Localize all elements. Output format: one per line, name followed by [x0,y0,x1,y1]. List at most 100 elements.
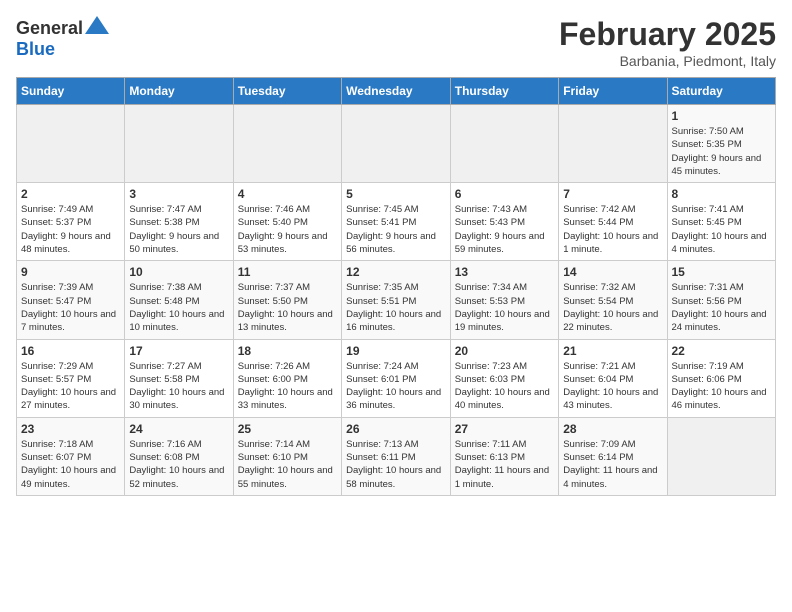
day-number: 13 [455,265,554,279]
day-info: Sunrise: 7:39 AM Sunset: 5:47 PM Dayligh… [21,281,120,334]
calendar-week-row: 9 Sunrise: 7:39 AM Sunset: 5:47 PM Daylig… [17,261,776,339]
day-info: Sunrise: 7:26 AM Sunset: 6:00 PM Dayligh… [238,360,337,413]
calendar-cell: 5 Sunrise: 7:45 AM Sunset: 5:41 PM Daylig… [342,183,451,261]
weekday-header-saturday: Saturday [667,78,776,105]
day-number: 25 [238,422,337,436]
calendar-cell: 24 Sunrise: 7:16 AM Sunset: 6:08 PM Dayli… [125,417,233,495]
calendar-cell [450,105,558,183]
day-number: 16 [21,344,120,358]
calendar-cell: 22 Sunrise: 7:19 AM Sunset: 6:06 PM Dayli… [667,339,776,417]
weekday-header-tuesday: Tuesday [233,78,341,105]
day-info: Sunrise: 7:49 AM Sunset: 5:37 PM Dayligh… [21,203,120,256]
logo-blue: Blue [16,39,55,59]
location-subtitle: Barbania, Piedmont, Italy [559,53,776,69]
calendar-cell: 16Sunrise: 7:29 AM Sunset: 5:57 PM Dayli… [17,339,125,417]
calendar-cell: 2 Sunrise: 7:49 AM Sunset: 5:37 PM Daylig… [17,183,125,261]
day-info: Sunrise: 7:11 AM Sunset: 6:13 PM Dayligh… [455,438,554,491]
calendar-cell: 7 Sunrise: 7:42 AM Sunset: 5:44 PM Daylig… [559,183,667,261]
day-number: 20 [455,344,554,358]
day-number: 27 [455,422,554,436]
day-number: 15 [672,265,772,279]
day-number: 26 [346,422,446,436]
calendar-cell [342,105,451,183]
calendar-cell: 25 Sunrise: 7:14 AM Sunset: 6:10 PM Dayli… [233,417,341,495]
day-info: Sunrise: 7:35 AM Sunset: 5:51 PM Dayligh… [346,281,446,334]
weekday-header-row: SundayMondayTuesdayWednesdayThursdayFrid… [17,78,776,105]
day-number: 24 [129,422,228,436]
day-number: 1 [672,109,772,123]
logo-icon [85,16,109,34]
day-info: Sunrise: 7:34 AM Sunset: 5:53 PM Dayligh… [455,281,554,334]
calendar-cell: 6 Sunrise: 7:43 AM Sunset: 5:43 PM Daylig… [450,183,558,261]
weekday-header-wednesday: Wednesday [342,78,451,105]
calendar-cell: 27 Sunrise: 7:11 AM Sunset: 6:13 PM Dayli… [450,417,558,495]
calendar-cell: 13 Sunrise: 7:34 AM Sunset: 5:53 PM Dayli… [450,261,558,339]
day-info: Sunrise: 7:23 AM Sunset: 6:03 PM Dayligh… [455,360,554,413]
calendar-cell: 11Sunrise: 7:37 AM Sunset: 5:50 PM Dayli… [233,261,341,339]
calendar-table: SundayMondayTuesdayWednesdayThursdayFrid… [16,77,776,496]
logo: General Blue [16,16,109,60]
day-info: Sunrise: 7:14 AM Sunset: 6:10 PM Dayligh… [238,438,337,491]
day-number: 9 [21,265,120,279]
day-number: 6 [455,187,554,201]
day-number: 28 [563,422,662,436]
day-info: Sunrise: 7:45 AM Sunset: 5:41 PM Dayligh… [346,203,446,256]
calendar-cell: 23Sunrise: 7:18 AM Sunset: 6:07 PM Dayli… [17,417,125,495]
day-number: 10 [129,265,228,279]
day-info: Sunrise: 7:50 AM Sunset: 5:35 PM Dayligh… [672,125,772,178]
weekday-header-friday: Friday [559,78,667,105]
calendar-cell: 4Sunrise: 7:46 AM Sunset: 5:40 PM Daylig… [233,183,341,261]
day-info: Sunrise: 7:27 AM Sunset: 5:58 PM Dayligh… [129,360,228,413]
calendar-cell: 17 Sunrise: 7:27 AM Sunset: 5:58 PM Dayli… [125,339,233,417]
calendar-cell: 8Sunrise: 7:41 AM Sunset: 5:45 PM Daylig… [667,183,776,261]
day-number: 7 [563,187,662,201]
day-number: 17 [129,344,228,358]
weekday-header-thursday: Thursday [450,78,558,105]
day-info: Sunrise: 7:37 AM Sunset: 5:50 PM Dayligh… [238,281,337,334]
calendar-cell: 3Sunrise: 7:47 AM Sunset: 5:38 PM Daylig… [125,183,233,261]
day-info: Sunrise: 7:18 AM Sunset: 6:07 PM Dayligh… [21,438,120,491]
calendar-cell: 18Sunrise: 7:26 AM Sunset: 6:00 PM Dayli… [233,339,341,417]
calendar-week-row: 2 Sunrise: 7:49 AM Sunset: 5:37 PM Daylig… [17,183,776,261]
day-number: 22 [672,344,772,358]
calendar-cell: 26 Sunrise: 7:13 AM Sunset: 6:11 PM Dayli… [342,417,451,495]
calendar-cell: 28Sunrise: 7:09 AM Sunset: 6:14 PM Dayli… [559,417,667,495]
weekday-header-monday: Monday [125,78,233,105]
calendar-cell: 1 Sunrise: 7:50 AM Sunset: 5:35 PM Daylig… [667,105,776,183]
day-number: 3 [129,187,228,201]
calendar-week-row: 1 Sunrise: 7:50 AM Sunset: 5:35 PM Daylig… [17,105,776,183]
day-number: 21 [563,344,662,358]
calendar-cell [559,105,667,183]
calendar-cell [125,105,233,183]
month-year-title: February 2025 [559,16,776,53]
day-number: 12 [346,265,446,279]
calendar-cell [17,105,125,183]
day-info: Sunrise: 7:38 AM Sunset: 5:48 PM Dayligh… [129,281,228,334]
day-info: Sunrise: 7:43 AM Sunset: 5:43 PM Dayligh… [455,203,554,256]
title-area: February 2025 Barbania, Piedmont, Italy [559,16,776,69]
day-number: 2 [21,187,120,201]
calendar-cell: 12 Sunrise: 7:35 AM Sunset: 5:51 PM Dayli… [342,261,451,339]
calendar-cell [233,105,341,183]
calendar-cell: 19Sunrise: 7:24 AM Sunset: 6:01 PM Dayli… [342,339,451,417]
calendar-cell: 15 Sunrise: 7:31 AM Sunset: 5:56 PM Dayli… [667,261,776,339]
day-info: Sunrise: 7:24 AM Sunset: 6:01 PM Dayligh… [346,360,446,413]
day-info: Sunrise: 7:41 AM Sunset: 5:45 PM Dayligh… [672,203,772,256]
logo-general: General [16,18,83,38]
weekday-header-sunday: Sunday [17,78,125,105]
calendar-week-row: 16Sunrise: 7:29 AM Sunset: 5:57 PM Dayli… [17,339,776,417]
calendar-cell: 14Sunrise: 7:32 AM Sunset: 5:54 PM Dayli… [559,261,667,339]
day-info: Sunrise: 7:21 AM Sunset: 6:04 PM Dayligh… [563,360,662,413]
day-info: Sunrise: 7:42 AM Sunset: 5:44 PM Dayligh… [563,203,662,256]
day-info: Sunrise: 7:46 AM Sunset: 5:40 PM Dayligh… [238,203,337,256]
day-info: Sunrise: 7:31 AM Sunset: 5:56 PM Dayligh… [672,281,772,334]
day-info: Sunrise: 7:19 AM Sunset: 6:06 PM Dayligh… [672,360,772,413]
day-info: Sunrise: 7:13 AM Sunset: 6:11 PM Dayligh… [346,438,446,491]
page-header: General Blue February 2025 Barbania, Pie… [16,16,776,69]
day-number: 14 [563,265,662,279]
day-info: Sunrise: 7:16 AM Sunset: 6:08 PM Dayligh… [129,438,228,491]
calendar-cell [667,417,776,495]
logo-text: General Blue [16,16,109,60]
day-number: 5 [346,187,446,201]
calendar-cell: 20 Sunrise: 7:23 AM Sunset: 6:03 PM Dayli… [450,339,558,417]
